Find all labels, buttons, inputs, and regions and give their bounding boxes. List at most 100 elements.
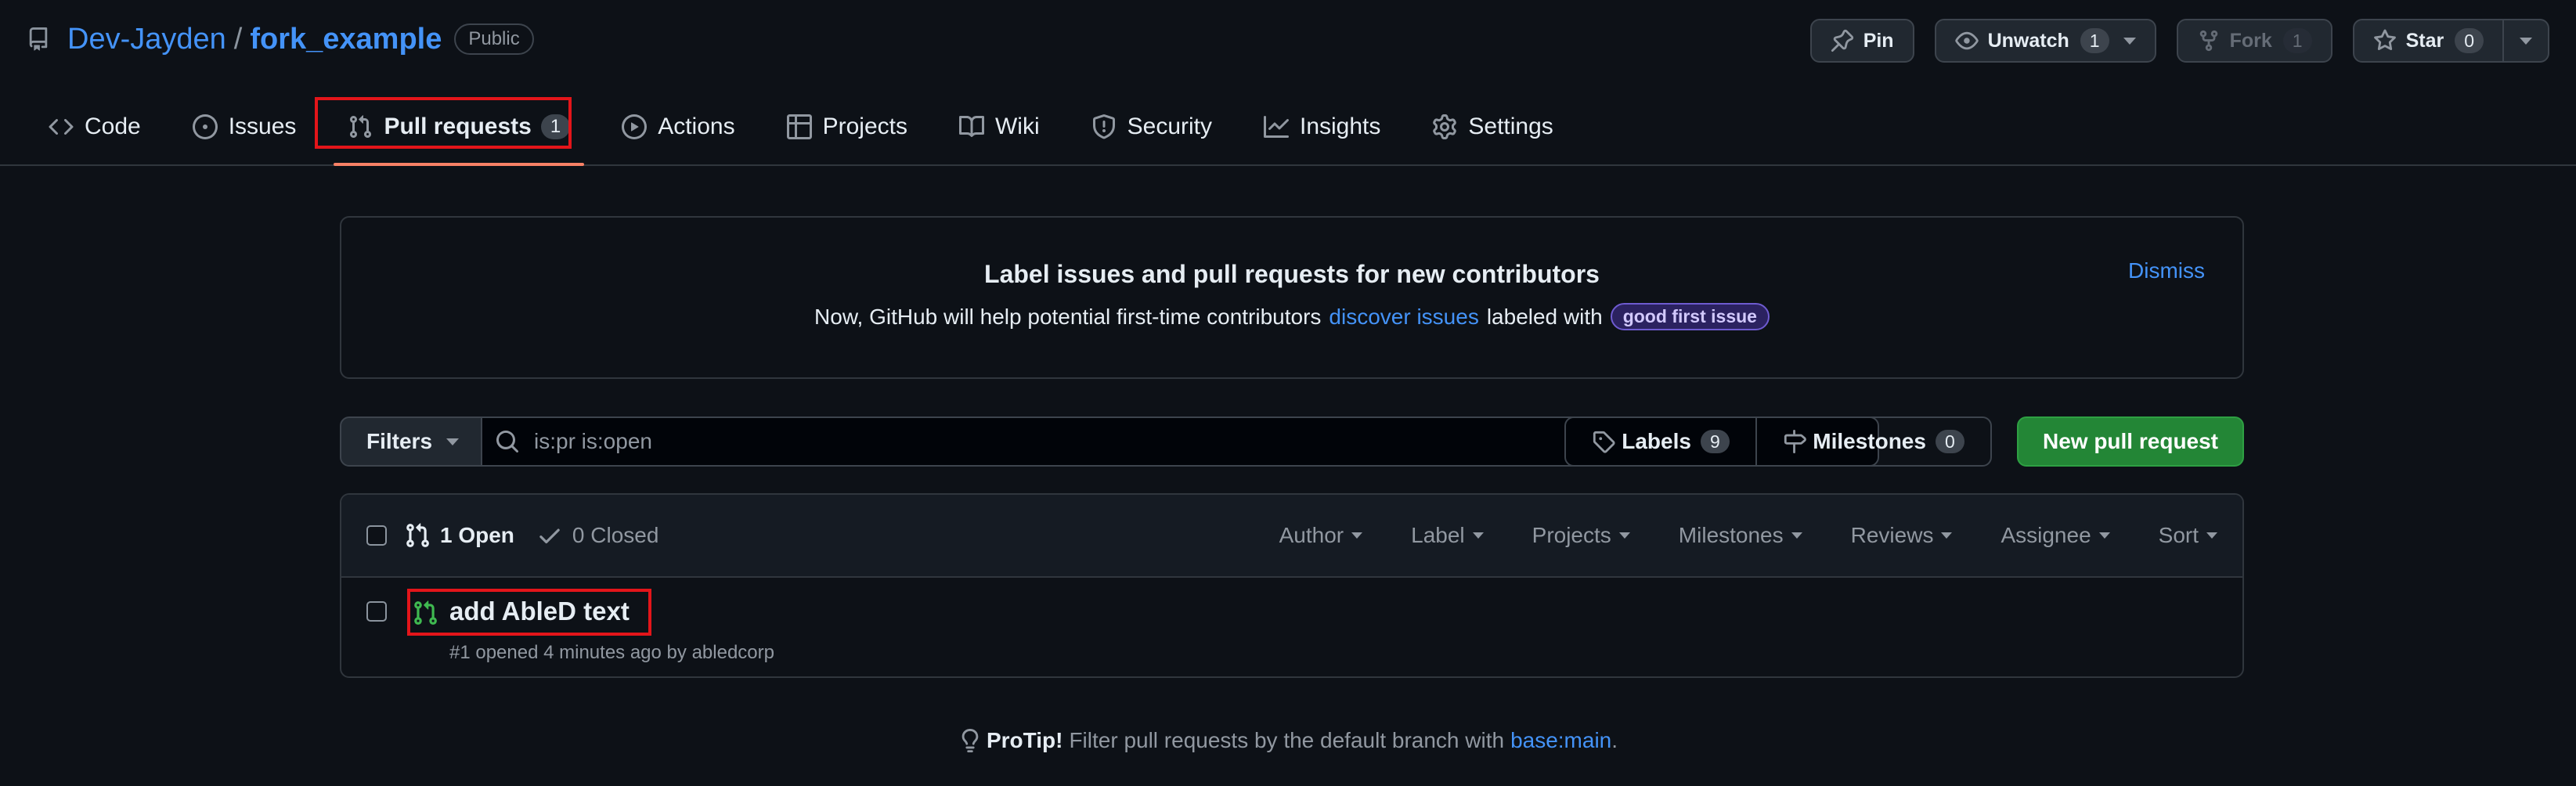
pull-request-meta: #1 opened 4 minutes ago by abledcorp [449,642,774,663]
graph-icon [1264,116,1289,138]
banner-text-after: labeled with [1486,304,1603,329]
tab-settings[interactable]: Settings [1418,102,1567,152]
new-pull-request-button[interactable]: New pull request [2017,416,2244,467]
tab-insights[interactable]: Insights [1250,102,1394,152]
dismiss-button[interactable]: Dismiss [2128,258,2205,283]
repo-forked-icon [2199,30,2217,52]
star-button[interactable]: Star 0 [2352,19,2504,63]
closed-count-label: 0 Closed [572,523,659,547]
tab-code[interactable]: Code [34,102,155,152]
milestone-icon [1784,430,1807,453]
sorter-label: Sort [2158,523,2199,547]
tab-label: Code [85,114,141,139]
labels-milestones-group: Labels 9 Milestones 0 [1564,416,1992,467]
fork-button[interactable]: Fork 1 [2176,19,2332,63]
sorter-label: Milestones [1678,523,1784,547]
sorter-label: Label [1411,523,1465,547]
row-checkbox[interactable] [366,601,387,622]
check-icon [539,528,560,544]
sort-dropdown[interactable]: Sort [2159,523,2217,548]
chevron-down-icon [1791,532,1802,539]
repo-name-link[interactable]: fork_example [250,23,442,56]
pull-requests-count: 1 [540,114,571,139]
tab-wiki[interactable]: Wiki [945,102,1054,152]
tag-icon [1593,431,1615,453]
watch-count: 1 [2080,28,2109,53]
filters-label: Filters [366,429,433,453]
new-contributors-banner: Label issues and pull requests for new c… [340,216,2244,379]
repo-header: Dev-Jayden / fork_example Public Pin Unw… [0,0,2576,166]
gear-icon [1433,114,1457,139]
protip-strong: ProTip! [986,728,1063,752]
protip-end: . [1611,728,1618,752]
fork-count: 1 [2282,28,2312,53]
open-count-label: 1 Open [440,523,514,547]
labels-count: 9 [1700,430,1730,453]
tab-label: Pull requests [384,114,532,139]
repo-owner-link[interactable]: Dev-Jayden [67,23,226,56]
label-dropdown[interactable]: Label [1411,523,1484,548]
sorter-label: Reviews [1850,523,1934,547]
list-sorters: Author Label Projects Milestones Reviews… [1231,495,2217,576]
tab-security[interactable]: Security [1077,102,1226,152]
author-dropdown[interactable]: Author [1279,523,1363,548]
visibility-badge: Public [454,23,534,55]
milestones-count: 0 [1935,430,1964,453]
repo-icon [29,27,48,51]
discover-issues-link[interactable]: discover issues [1329,305,1478,330]
issue-opened-icon [192,114,218,139]
unwatch-button[interactable]: Unwatch 1 [1934,19,2156,63]
shield-icon [1092,114,1115,139]
pin-label: Pin [1863,29,1894,52]
tab-label: Security [1127,114,1212,139]
eye-icon [1954,31,1979,50]
tab-pull-requests[interactable]: Pull requests 1 [334,102,584,166]
reviews-dropdown[interactable]: Reviews [1851,523,1953,548]
star-list-dropdown[interactable] [2504,19,2549,63]
closed-filter[interactable]: 0 Closed [536,522,659,549]
tab-projects[interactable]: Projects [773,102,922,152]
chevron-down-icon [1472,532,1484,539]
milestones-dropdown[interactable]: Milestones [1679,523,1802,548]
tab-label: Wiki [994,114,1040,139]
filters-dropdown[interactable]: Filters [340,416,482,467]
open-filter[interactable]: 1 Open [404,522,514,549]
chevron-down-icon [1618,532,1630,539]
light-bulb-icon [961,729,979,752]
repo-nav-tabs: Code Issues Pull requests 1 Actions Proj… [34,102,1591,166]
good-first-issue-label: good first issue [1610,303,1770,330]
sorter-label: Projects [1532,523,1611,547]
sorter-label: Assignee [2001,523,2091,547]
select-all-checkbox[interactable] [366,525,387,546]
book-icon [958,115,984,137]
tab-label: Projects [822,114,907,139]
labels-label: Labels [1622,429,1691,453]
star-icon [2373,29,2396,51]
filter-bar: Filters Labels 9 Milestones 0 New pull r… [340,416,2244,467]
labels-button[interactable]: Labels 9 [1566,418,1755,465]
star-label: Star [2405,29,2444,52]
search-icon [496,431,519,453]
table-icon [786,114,812,139]
tab-actions[interactable]: Actions [608,102,749,152]
git-pull-request-icon [350,115,372,139]
chevron-down-icon [1941,532,1953,539]
banner-text: Now, GitHub will help potential first-ti… [341,303,2242,330]
repo-title: Dev-Jayden / fork_example Public [27,19,534,59]
assignee-dropdown[interactable]: Assignee [2001,523,2110,548]
repo-separator: / [233,22,243,56]
star-button-group: Star 0 [2352,19,2549,63]
pin-icon [1831,29,1853,52]
chevron-down-icon [2520,37,2532,45]
pin-button[interactable]: Pin [1809,19,1914,63]
protip: ProTip! Filter pull requests by the defa… [0,728,2576,753]
base-main-link[interactable]: base:main [1510,728,1611,753]
projects-dropdown[interactable]: Projects [1532,523,1630,548]
list-header: 1 Open 0 Closed Author Label Projects Mi… [341,495,2242,578]
pull-request-title-link[interactable]: add AbleD text [449,597,630,626]
chevron-down-icon [446,438,460,445]
pull-request-list: 1 Open 0 Closed Author Label Projects Mi… [340,493,2244,678]
tab-issues[interactable]: Issues [179,102,311,152]
milestones-button[interactable]: Milestones 0 [1755,418,1990,465]
fork-label: Fork [2229,29,2272,52]
